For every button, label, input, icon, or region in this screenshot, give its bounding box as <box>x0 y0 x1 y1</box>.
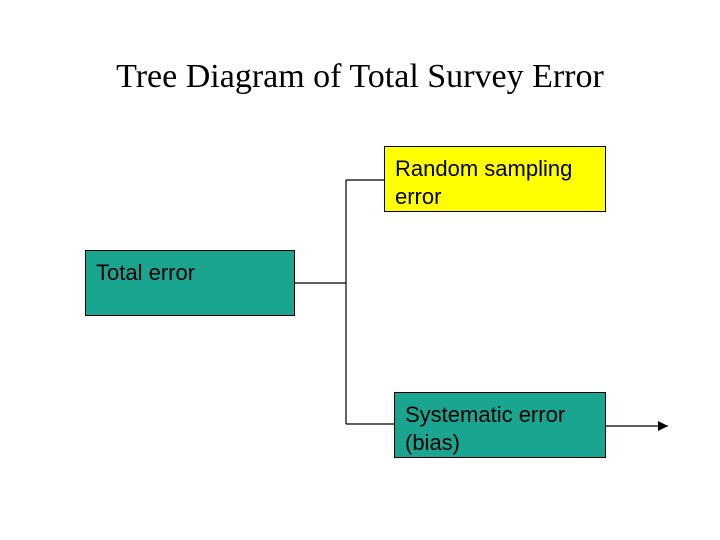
box-total-error: Total error <box>85 250 295 316</box>
box-systematic-error: Systematic error (bias) <box>394 392 606 458</box>
page-title: Tree Diagram of Total Survey Error <box>0 58 720 96</box>
box-random-sampling-error: Random sampling error <box>384 146 606 212</box>
